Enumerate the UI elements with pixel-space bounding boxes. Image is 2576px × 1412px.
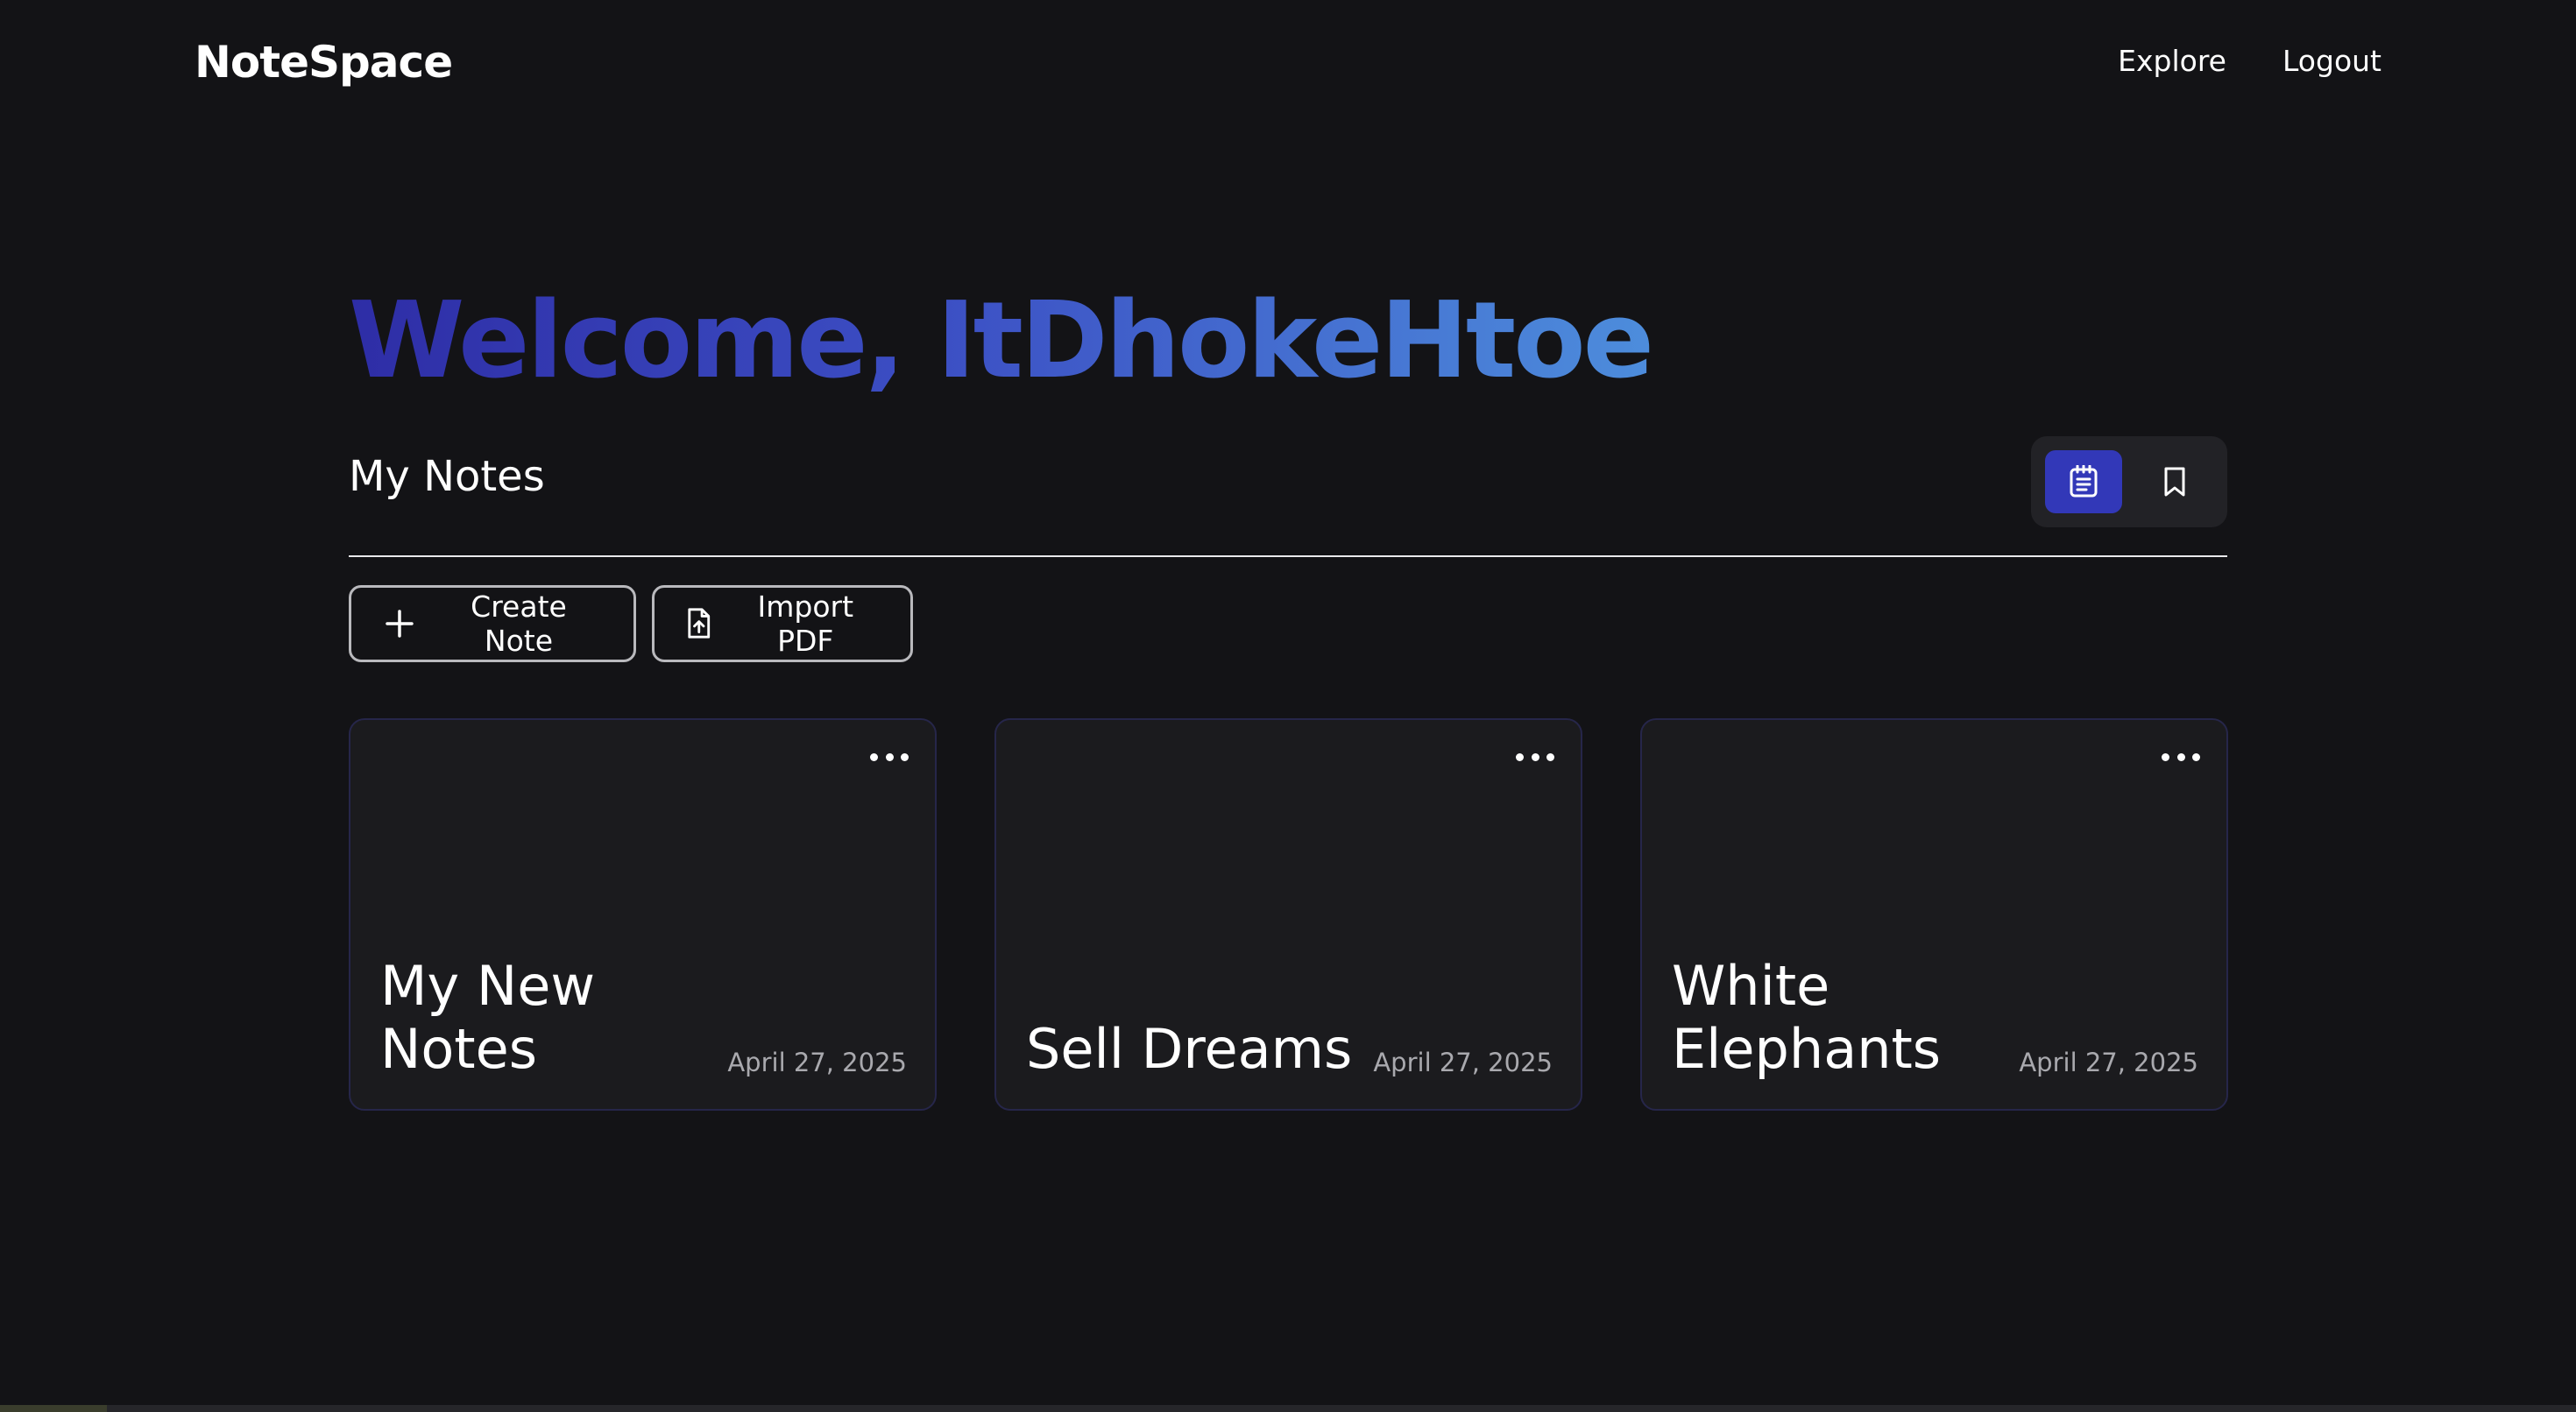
note-actions: Create Note Import PDF <box>349 585 913 662</box>
note-title: Sell Dreams <box>1026 1017 1353 1081</box>
import-pdf-label: Import PDF <box>757 590 854 658</box>
more-options-icon[interactable] <box>1516 746 1554 767</box>
main-content: Welcome, ItDhokeHtoe My Notes Create Not… <box>349 280 2228 1111</box>
nav-link-logout[interactable]: Logout <box>2282 44 2381 78</box>
app-logo[interactable]: NoteSpace <box>195 37 453 88</box>
create-note-label: Create Note <box>471 590 567 658</box>
welcome-heading: Welcome, ItDhokeHtoe <box>349 280 1654 402</box>
note-date: April 27, 2025 <box>1373 1048 1553 1077</box>
notes-grid: My New Notes April 27, 2025 Sell Dreams … <box>349 718 2228 1111</box>
nav-links: Explore Logout <box>2118 44 2381 78</box>
note-card[interactable]: White Elephants April 27, 2025 <box>1640 718 2228 1111</box>
note-date: April 27, 2025 <box>2019 1048 2198 1077</box>
section-title: My Notes <box>349 452 545 501</box>
import-pdf-button[interactable]: Import PDF <box>652 585 913 662</box>
notes-section-header: My Notes <box>349 436 2227 557</box>
plus-icon <box>386 610 414 638</box>
view-toggle <box>2031 436 2227 527</box>
nav-link-explore[interactable]: Explore <box>2118 44 2226 78</box>
note-card[interactable]: My New Notes April 27, 2025 <box>349 718 937 1111</box>
bottom-strip-nub <box>0 1405 107 1412</box>
file-upload-icon <box>688 608 711 639</box>
note-title: My New Notes <box>380 954 596 1081</box>
top-navigation: NoteSpace Explore Logout <box>0 0 2576 131</box>
notepad-icon <box>2070 465 2098 498</box>
bookmarks-view-button[interactable] <box>2136 450 2213 513</box>
note-date: April 27, 2025 <box>727 1048 907 1077</box>
my-notes-view-button[interactable] <box>2045 450 2122 513</box>
note-card[interactable]: Sell Dreams April 27, 2025 <box>994 718 1582 1111</box>
create-note-button[interactable]: Create Note <box>349 585 636 662</box>
note-title: White Elephants <box>1672 954 1942 1081</box>
bookmark-icon <box>2164 467 2185 497</box>
more-options-icon[interactable] <box>2162 746 2200 767</box>
bottom-strip <box>0 1405 2576 1412</box>
more-options-icon[interactable] <box>870 746 909 767</box>
